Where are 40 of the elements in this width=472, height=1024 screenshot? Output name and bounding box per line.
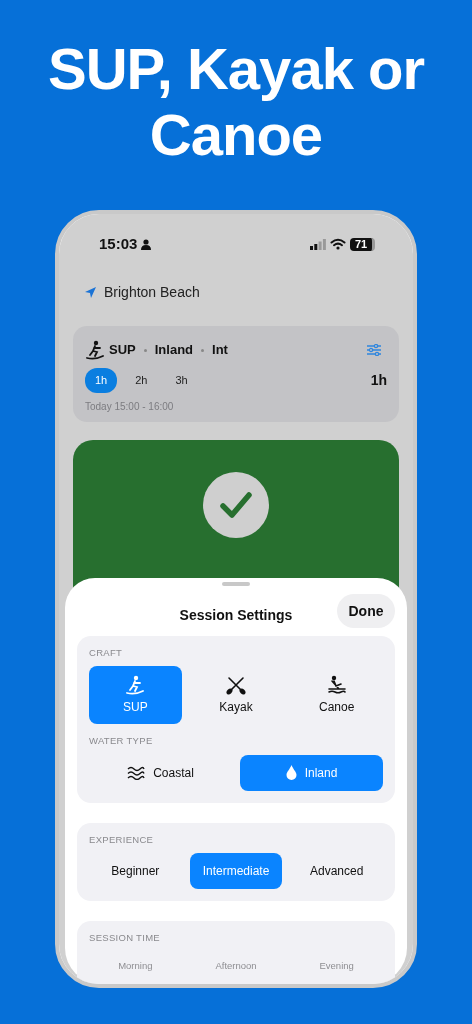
person-icon <box>141 238 152 250</box>
signal-icon <box>310 238 326 250</box>
done-button[interactable]: Done <box>337 594 395 628</box>
sheet-title: Session Settings <box>179 605 293 625</box>
separator-dot-icon <box>143 348 147 352</box>
craft-label: SUP <box>109 341 136 360</box>
sheet-handle[interactable] <box>222 582 250 586</box>
time-range: Today 15:00 - 16:00 <box>85 399 175 414</box>
option-button[interactable]: Beginner <box>89 852 182 889</box>
duration-chip[interactable]: 3h <box>165 368 198 393</box>
craft-option[interactable]: Kayak <box>189 666 283 725</box>
waves-icon <box>127 765 146 780</box>
battery-indicator: 71 <box>350 237 375 251</box>
level-label: Int <box>212 341 228 360</box>
paddleboarder-icon <box>85 340 105 360</box>
option-button[interactable]: Inland <box>240 754 383 791</box>
location-name[interactable]: Brighton Beach <box>104 281 200 303</box>
section-heading: WATER TYPE <box>89 734 154 749</box>
duration-chip[interactable]: 1h <box>85 368 118 393</box>
paddleboarder-icon <box>125 674 146 695</box>
duration-chip[interactable]: 2h <box>125 368 158 393</box>
water-label: Inland <box>154 341 193 360</box>
separator-dot-icon <box>201 348 204 352</box>
rower-icon <box>326 674 347 695</box>
wifi-icon <box>330 238 346 250</box>
craft-option[interactable]: SUP <box>89 666 182 725</box>
option-button[interactable]: Intermediate <box>189 852 283 889</box>
headline: SUP, Kayak or Canoe <box>46 36 426 169</box>
location-arrow-icon <box>85 286 96 298</box>
option-button[interactable]: Advanced <box>290 852 383 889</box>
craft-option[interactable]: Canoe <box>290 666 383 725</box>
section-heading: CRAFT <box>89 646 124 660</box>
section-heading: SESSION TIME <box>89 930 161 945</box>
crossed-paddles-icon <box>226 674 246 695</box>
option-button[interactable]: Coastal <box>89 754 232 791</box>
status-time: 15:03 <box>99 233 138 254</box>
water-drop-icon <box>285 765 297 780</box>
duration-value: 1h <box>370 370 387 390</box>
section-heading: EXPERIENCE <box>89 832 155 847</box>
sliders-icon[interactable] <box>367 344 381 356</box>
